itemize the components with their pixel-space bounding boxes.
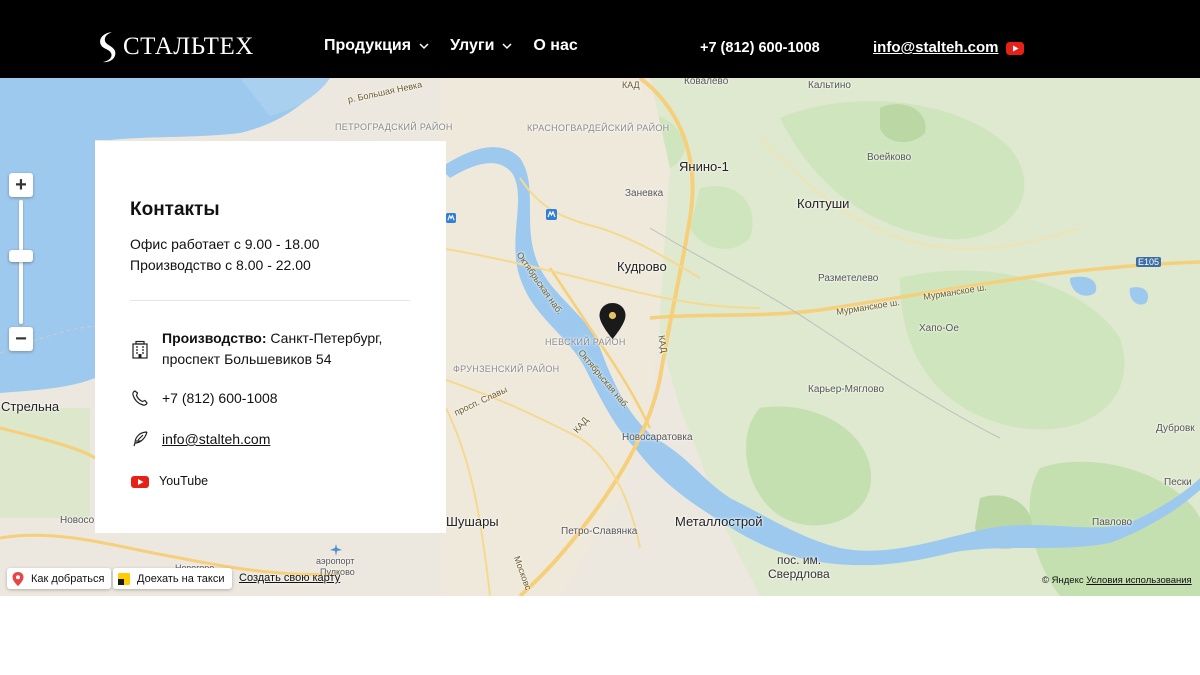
map-label: аэропорт	[316, 556, 355, 566]
header-phone-link[interactable]: +7 (812) 600-1008	[700, 40, 820, 56]
building-icon	[132, 340, 148, 359]
copyright-text: © Яндекс	[1042, 575, 1084, 586]
airport-icon	[330, 544, 342, 556]
zoom-out-button[interactable]: −	[9, 327, 33, 351]
route-button[interactable]: Как добраться	[7, 568, 112, 589]
metro-icon	[546, 209, 557, 220]
taxi-icon	[118, 572, 130, 585]
logo[interactable]: СТАЛЬТЕХ	[95, 30, 254, 64]
taxi-button-label: Доехать на такси	[137, 572, 225, 585]
youtube-row[interactable]: YouTube	[130, 471, 208, 492]
chevron-down-icon	[419, 42, 429, 49]
map-label: ПЕТРОГРАДСКИЙ РАЙОН	[335, 122, 453, 132]
map-label: Свердлова	[768, 567, 830, 581]
nav-products[interactable]: Продукция	[324, 37, 429, 55]
map-label: Заневка	[625, 188, 664, 199]
map-label: Шушары	[446, 514, 499, 529]
nav-services-label: Улуги	[450, 37, 495, 54]
map-label: Ковалево	[684, 78, 729, 87]
logo-mark-icon	[100, 32, 116, 63]
map-label: Пески	[1164, 477, 1192, 488]
terms-link[interactable]: Условия использования	[1086, 575, 1191, 586]
office-hours: Офис работает с 9.00 - 18.00	[130, 236, 320, 252]
zoom-in-button[interactable]: +	[9, 173, 33, 197]
youtube-icon[interactable]	[1006, 42, 1024, 55]
feather-icon	[133, 431, 148, 447]
map-label: ФРУНЗЕНСКИЙ РАЙОН	[453, 364, 560, 374]
map-label: пос. им.	[777, 553, 822, 567]
email-row: info@stalteh.com	[130, 429, 270, 450]
map-marker-icon	[12, 571, 24, 586]
map-label: Стрельна	[1, 399, 60, 414]
divider	[130, 300, 410, 301]
map-label: КРАСНОГВАРДЕЙСКИЙ РАЙОН	[527, 123, 670, 133]
map-label: Кудрово	[617, 259, 667, 274]
map-label: E105	[1136, 257, 1162, 267]
map-label: Янино-1	[679, 159, 729, 174]
nav-products-label: Продукция	[324, 37, 412, 54]
working-hours: Офис работает с 9.00 - 18.00 Производств…	[130, 234, 319, 276]
contact-email[interactable]: info@stalteh.com	[162, 429, 270, 450]
route-button-label: Как добраться	[31, 572, 105, 585]
phone-row: +7 (812) 600-1008	[130, 388, 278, 409]
zoom-slider-handle[interactable]	[9, 250, 33, 262]
map-label: Колтуши	[797, 196, 850, 211]
nav-about-label: О нас	[533, 37, 578, 54]
map-label: Павлово	[1092, 517, 1133, 528]
main-nav: Продукция Улуги О нас	[324, 37, 599, 55]
location-pin-icon[interactable]	[598, 302, 627, 340]
map-label: КАД	[622, 80, 640, 90]
map-label: Петро-Славянка	[561, 526, 638, 537]
contacts-card: Контакты Офис работает с 9.00 - 18.00 Пр…	[95, 141, 446, 533]
metro-icon	[446, 213, 456, 223]
nav-about[interactable]: О нас	[533, 37, 577, 55]
phone-icon	[132, 390, 148, 406]
create-map-link[interactable]: Создать свою карту	[239, 572, 340, 584]
map-label: Новосо	[60, 515, 95, 526]
map-label: Разметелево	[818, 273, 879, 284]
zoom-control: + −	[9, 173, 33, 351]
chevron-down-icon	[502, 42, 512, 49]
taxi-button[interactable]: Доехать на такси	[113, 568, 232, 589]
map-copyright: © Яндекс Условия использования	[1042, 575, 1192, 586]
map-label: Кальтино	[808, 80, 851, 91]
map-label: Воейково	[867, 152, 912, 163]
header-email-link[interactable]: info@stalteh.com	[873, 39, 998, 56]
map-label: Дубровк	[1156, 423, 1195, 434]
address-label: Производство:	[162, 330, 267, 346]
nav-services[interactable]: Улуги	[450, 37, 512, 55]
map-label: Металлострой	[675, 514, 763, 529]
contacts-title: Контакты	[130, 199, 220, 220]
youtube-icon	[131, 476, 149, 488]
address-row: Производство: Санкт-Петербург, проспект …	[130, 328, 402, 370]
production-hours: Производство с 8.00 - 22.00	[130, 257, 311, 273]
site-header: СТАЛЬТЕХ Продукция Улуги О нас +7 (812) …	[0, 0, 1200, 78]
zoom-slider-track[interactable]	[19, 200, 23, 324]
logo-text: СТАЛЬТЕХ	[123, 33, 254, 60]
youtube-link[interactable]: YouTube	[159, 471, 208, 492]
map-label: Новосаратовка	[622, 432, 693, 443]
map-label: Карьер-Мяглово	[808, 384, 885, 395]
contact-phone[interactable]: +7 (812) 600-1008	[162, 388, 278, 409]
map-label: Хапо-Ое	[919, 323, 959, 334]
